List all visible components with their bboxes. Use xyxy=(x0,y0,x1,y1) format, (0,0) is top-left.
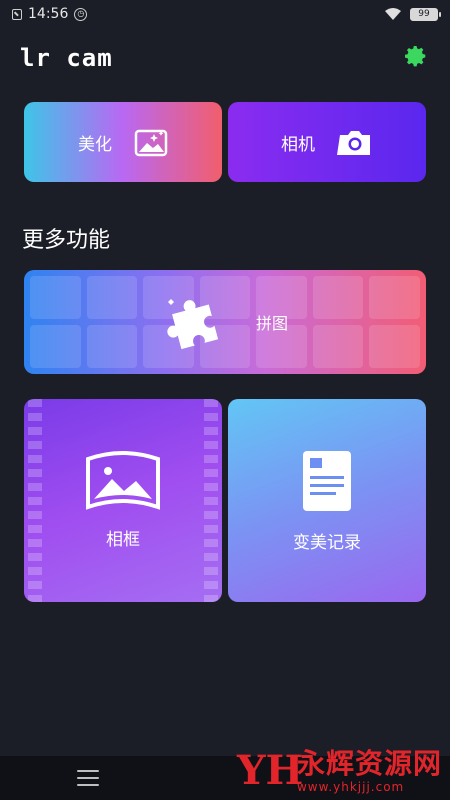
document-icon xyxy=(303,451,351,511)
status-bar: 14:56 ◷ 99 xyxy=(0,0,450,28)
camera-button[interactable]: 相机 xyxy=(228,102,426,182)
puzzle-button[interactable]: 拼图 xyxy=(24,270,426,374)
beauty-record-label: 变美记录 xyxy=(293,533,361,553)
watermark: YH 永辉资源网 www.yhkjjj.com xyxy=(236,747,442,795)
notification-icon: ◷ xyxy=(74,7,88,21)
film-strip-left xyxy=(28,399,42,602)
camera-label: 相机 xyxy=(281,134,315,155)
frame-button[interactable]: 相框 xyxy=(24,399,222,602)
puzzle-piece-icon xyxy=(167,299,219,350)
beauty-button[interactable]: 美化 xyxy=(24,102,222,182)
photo-frame-icon xyxy=(86,451,160,510)
app-title: lr cam xyxy=(20,44,113,72)
sim-card-icon xyxy=(12,8,22,20)
battery-indicator: 99 xyxy=(410,7,441,21)
frame-label: 相框 xyxy=(106,530,140,550)
watermark-url: www.yhkjjj.com xyxy=(296,780,405,794)
camera-icon xyxy=(337,131,370,155)
status-time: 14:56 xyxy=(28,6,69,22)
wifi-icon xyxy=(385,8,401,20)
settings-gear-icon[interactable] xyxy=(404,44,428,68)
film-strip-right xyxy=(204,399,218,602)
watermark-logo-icon: YH xyxy=(236,747,304,794)
watermark-title: 永辉资源网 xyxy=(296,747,442,780)
section-title-more-features: 更多功能 xyxy=(22,228,111,253)
menu-icon[interactable] xyxy=(77,770,99,786)
beauty-label: 美化 xyxy=(78,134,112,155)
beauty-record-button[interactable]: 变美记录 xyxy=(228,399,426,602)
puzzle-label: 拼图 xyxy=(255,314,288,333)
image-sparkle-icon xyxy=(134,129,168,157)
